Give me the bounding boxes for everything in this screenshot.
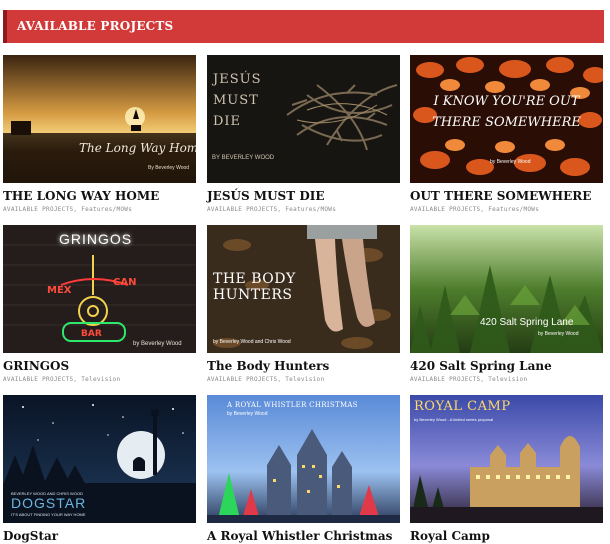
category-link[interactable]: AVAILABLE PROJECTS: [410, 376, 480, 383]
project-card-jesus-must-die[interactable]: JESÚS MUST DIE BY BEVERLEY WOOD JESÚS MU…: [207, 55, 400, 213]
poster-byline: by Beverley Wood - A limited series prop…: [414, 417, 494, 422]
section-title: AVAILABLE PROJECTS: [17, 19, 174, 33]
poster-gringos[interactable]: MEX CAN BAR GRINGOS by Beverley Wood: [3, 225, 196, 353]
project-title[interactable]: DogStar: [3, 529, 58, 543]
svg-text:BAR: BAR: [81, 329, 102, 339]
poster-jesus-must-die[interactable]: JESÚS MUST DIE BY BEVERLEY WOOD: [207, 55, 400, 183]
poster-byline: By Beverley Wood: [148, 165, 190, 171]
poster-out-there-somewhere[interactable]: I KNOW YOU'RE OUT THERE SOMEWHERE by Bev…: [410, 55, 603, 183]
project-title[interactable]: 420 Salt Spring Lane: [410, 359, 552, 373]
project-title[interactable]: Royal Camp: [410, 529, 490, 543]
project-card-royal-camp[interactable]: ROYAL CAMP by Beverley Wood - A limited …: [410, 395, 603, 543]
project-card-salt-spring-lane[interactable]: 420 Salt Spring Lane by Beverley Wood 42…: [410, 225, 603, 383]
section-header: AVAILABLE PROJECTS: [3, 10, 604, 43]
genre-link[interactable]: Features/MOWs: [81, 206, 132, 213]
poster-byline: by Beverley Wood: [133, 341, 182, 347]
poster-royal-whistler[interactable]: A ROYAL WHISTLER CHRISTMAS by Beverley W…: [207, 395, 400, 523]
project-meta: AVAILABLE PROJECTS, Television: [3, 376, 121, 383]
project-meta: AVAILABLE PROJECTS, Features/MOWs: [207, 206, 337, 213]
poster-title-text: THE BODY HUNTERS: [213, 271, 296, 303]
project-card-long-way-home[interactable]: The Long Way Home By Beverley Wood THE L…: [3, 55, 196, 213]
poster-byline: by Beverley Wood: [227, 411, 268, 417]
project-title[interactable]: GRINGOS: [3, 359, 69, 373]
poster-title-text: DOGSTAR: [11, 495, 87, 511]
poster-subtitle: IT'S ABOUT FINDING YOUR WAY HOME: [11, 512, 86, 517]
genre-link[interactable]: Features/MOWs: [285, 206, 336, 213]
project-title[interactable]: The Body Hunters: [207, 359, 329, 373]
poster-title-text: GRINGOS: [59, 231, 133, 247]
poster-title-text: The Long Way Home: [79, 141, 196, 155]
project-title[interactable]: JESÚS MUST DIE: [207, 189, 325, 203]
genre-link[interactable]: Television: [285, 376, 324, 383]
project-card-body-hunters[interactable]: THE BODY HUNTERS by Beverley Wood and Ch…: [207, 225, 400, 383]
project-title[interactable]: OUT THERE SOMEWHERE: [410, 189, 591, 203]
category-link[interactable]: AVAILABLE PROJECTS: [410, 206, 480, 213]
project-card-gringos[interactable]: MEX CAN BAR GRINGOS by Beverley Wood GRI…: [3, 225, 196, 383]
category-link[interactable]: AVAILABLE PROJECTS: [207, 206, 277, 213]
category-link[interactable]: AVAILABLE PROJECTS: [207, 376, 277, 383]
poster-royal-camp[interactable]: ROYAL CAMP by Beverley Wood - A limited …: [410, 395, 603, 523]
poster-long-way-home[interactable]: The Long Way Home By Beverley Wood: [3, 55, 196, 183]
project-meta: AVAILABLE PROJECTS, Features/MOWs: [410, 206, 540, 213]
svg-text:CAN: CAN: [113, 277, 136, 288]
project-meta: AVAILABLE PROJECTS, Television: [410, 376, 528, 383]
genre-link[interactable]: Television: [488, 376, 527, 383]
poster-title-text: 420 Salt Spring Lane: [480, 317, 574, 328]
category-link[interactable]: AVAILABLE PROJECTS: [3, 376, 73, 383]
project-card-out-there-somewhere[interactable]: I KNOW YOU'RE OUT THERE SOMEWHERE by Bev…: [410, 55, 603, 213]
poster-byline: by Beverley Wood: [538, 331, 579, 337]
poster-title-text: ROYAL CAMP: [414, 399, 511, 414]
category-link[interactable]: AVAILABLE PROJECTS: [3, 206, 73, 213]
project-title[interactable]: A Royal Whistler Christmas: [207, 529, 392, 543]
poster-body-hunters[interactable]: THE BODY HUNTERS by Beverley Wood and Ch…: [207, 225, 400, 353]
poster-salt-spring-lane[interactable]: 420 Salt Spring Lane by Beverley Wood: [410, 225, 603, 353]
project-title[interactable]: THE LONG WAY HOME: [3, 189, 159, 203]
project-card-royal-whistler[interactable]: A ROYAL WHISTLER CHRISTMAS by Beverley W…: [207, 395, 400, 543]
project-card-dogstar[interactable]: BEVERLEY WOOD AND CHRIS WOOD DOGSTAR IT'…: [3, 395, 196, 543]
poster-byline: by Beverley Wood: [490, 159, 531, 165]
project-meta: AVAILABLE PROJECTS, Television: [207, 376, 325, 383]
poster-title-text: I KNOW YOU'RE OUT THERE SOMEWHERE: [432, 94, 581, 130]
genre-link[interactable]: Television: [81, 376, 120, 383]
poster-title-text: A ROYAL WHISTLER CHRISTMAS: [227, 401, 358, 409]
poster-byline: by Beverley Wood and Chris Wood: [213, 339, 291, 345]
poster-title-text: JESÚS MUST DIE: [213, 72, 262, 129]
poster-byline: BY BEVERLEY WOOD: [212, 155, 275, 161]
poster-dogstar[interactable]: BEVERLEY WOOD AND CHRIS WOOD DOGSTAR IT'…: [3, 395, 196, 523]
genre-link[interactable]: Features/MOWs: [488, 206, 539, 213]
svg-text:MEX: MEX: [47, 285, 72, 296]
project-meta: AVAILABLE PROJECTS, Features/MOWs: [3, 206, 133, 213]
